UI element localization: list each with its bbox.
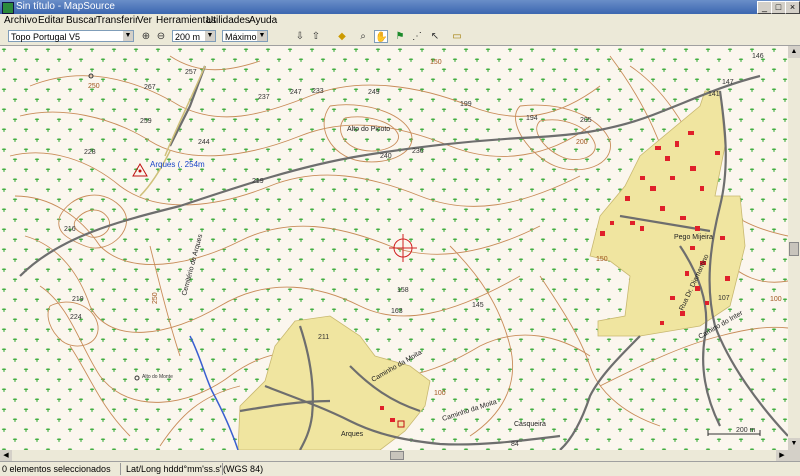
scroll-up-icon[interactable]: ▲ [788,46,800,58]
peak-label: Arques (. 254m [150,160,205,169]
spot-height: 219 [252,178,264,185]
measure-tool-icon[interactable]: ▭ [450,30,464,43]
spot-height: 145 [472,302,484,309]
map-tool-icon[interactable]: ◆ [335,30,349,43]
spot-height: 158 [397,287,409,294]
spot-height: 240 [380,153,392,160]
vertical-scroll-thumb[interactable] [789,242,799,256]
place-label-casqueira: Casqueira [514,421,546,428]
scale-label: 200 m [736,427,756,434]
menu-ayuda[interactable]: Ayuda [249,15,277,26]
coordinate-format: Lat/Long hddd°mm'ss.s"(WGS 84) [126,464,264,474]
place-label-alto-do-picoto: Alto do Picoto [347,126,390,133]
detail-level-value: Máximo [225,32,257,42]
receive-from-device-icon[interactable]: ⇩ [293,30,307,43]
selection-tool-icon[interactable]: ↖ [428,30,442,43]
contour-label: 100 [770,296,782,303]
contour-label: 250 [152,292,159,304]
horizontal-scroll-thumb[interactable] [390,451,404,460]
spot-height: 233 [312,88,324,95]
menu-buscar[interactable]: Buscar [66,15,97,26]
spot-height: 84 [511,441,519,448]
selection-status: 0 elementos seleccionados [2,464,111,474]
spot-height: 224 [70,314,82,321]
contour-label: 100 [434,390,446,397]
zoom-out-icon[interactable]: ⊖ [154,30,168,43]
contour-label: 200 [576,139,588,146]
spot-height: 194 [526,115,538,122]
scroll-left-icon[interactable]: ◀ [0,450,12,461]
title-bar: Sin título - MapSource _ □ × [0,0,800,14]
spot-height: 228 [84,149,96,156]
product-select-value: Topo Portugal V5 [11,32,81,42]
maximize-button[interactable]: □ [771,1,786,14]
chevron-down-icon: ▼ [123,31,133,41]
status-bar: 0 elementos seleccionados Lat/Long hddd°… [0,461,800,476]
spot-height: 199 [460,101,472,108]
spot-height: 247 [290,89,302,96]
map-view[interactable]: 257 267 237 247 233 249 259 228 244 219 … [0,46,788,450]
spot-height: 257 [185,69,197,76]
spot-height: 163 [391,308,403,315]
chevron-down-icon: ▼ [205,31,215,41]
status-separator [222,463,223,475]
spot-height: 141 [708,91,720,98]
chevron-down-icon: ▼ [257,31,267,41]
status-separator [120,463,121,475]
zoom-scale-value: 200 m [175,32,201,42]
waypoint-tool-icon[interactable]: ⚑ [393,30,407,43]
place-label-arques: Arques [341,431,364,438]
window-title: Sin título - MapSource [16,1,115,12]
zoom-scale-select[interactable]: 200 m ▼ [172,30,216,42]
spot-height: 107 [718,295,730,302]
close-button[interactable]: × [785,1,800,14]
menu-ver[interactable]: Ver [137,15,152,26]
menu-archivo[interactable]: Archivo [4,15,37,26]
toolbar: Topo Portugal V5 ▼ ⊕ ⊖ 200 m ▼ Máximo ▼ … [0,28,800,46]
spot-height: 216 [64,226,76,233]
topographic-map: 257 267 237 247 233 249 259 228 244 219 … [0,46,788,450]
contour-label: 150 [430,59,442,66]
spot-height: 237 [258,94,270,101]
vertical-scrollbar[interactable]: ▲ ▼ [788,46,800,450]
place-label-pego-mijeira: Pego Mijeira [674,234,713,241]
spot-height: 146 [752,53,764,60]
poi-label: Alto do Monte [142,374,173,380]
spot-height: 219 [72,296,84,303]
spot-height: 236 [412,148,424,155]
scroll-down-icon[interactable]: ▼ [788,438,800,450]
spot-height: 205 [580,117,592,124]
contour-label: 150 [596,256,608,263]
menu-bar: Archivo Editar Buscar Transferir Ver Her… [0,14,800,28]
hand-tool-icon[interactable]: ✋ [374,30,388,43]
menu-editar[interactable]: Editar [38,15,64,26]
send-to-device-icon[interactable]: ⇧ [309,30,323,43]
detail-level-select[interactable]: Máximo ▼ [222,30,268,42]
spot-height: 244 [198,139,210,146]
minimize-button[interactable]: _ [757,1,772,14]
scroll-right-icon[interactable]: ▶ [776,450,788,461]
product-select[interactable]: Topo Portugal V5 ▼ [8,30,134,42]
contour-label: 250 [88,83,100,90]
spot-height: 259 [140,118,152,125]
spot-height: 249 [368,89,380,96]
spot-height: 211 [318,334,329,341]
zoom-in-icon[interactable]: ⊕ [139,30,153,43]
spot-height: 267 [144,84,156,91]
spot-height: 147 [722,79,734,86]
route-tool-icon[interactable]: ⋰ [410,30,424,43]
zoom-tool-icon[interactable]: ⌕ [356,30,370,43]
menu-transferir[interactable]: Transferir [96,15,138,26]
horizontal-scrollbar[interactable]: ◀ ▶ [0,450,788,461]
mapsource-app-icon [2,2,14,14]
menu-utilidades[interactable]: Utilidades [206,15,250,26]
